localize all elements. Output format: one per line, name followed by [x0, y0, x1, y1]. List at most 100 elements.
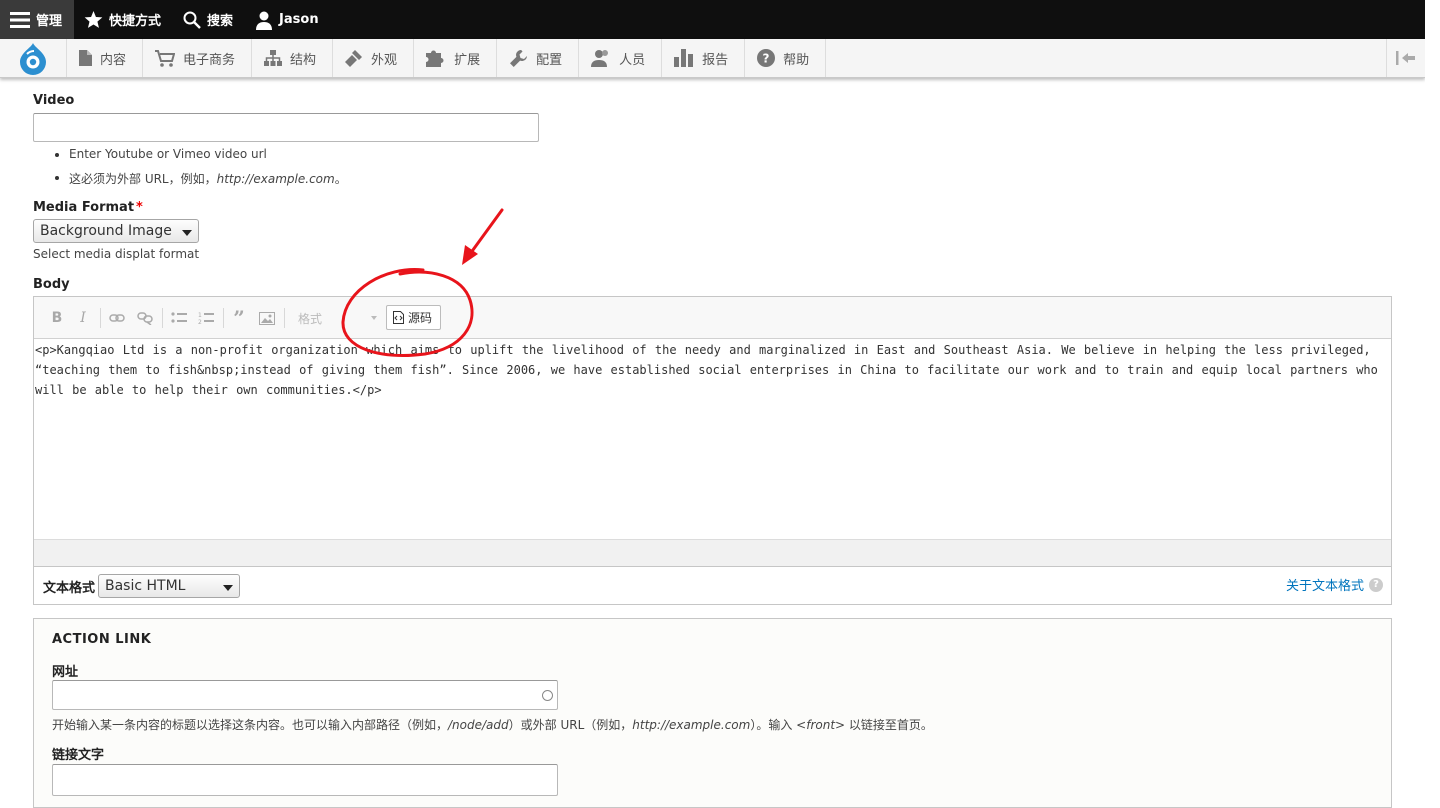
menu-item-appearance[interactable]: 外观 — [333, 39, 415, 77]
action-link-legend: ACTION LINK — [52, 632, 152, 647]
svg-text:2: 2 — [198, 319, 202, 325]
about-text-formats-link[interactable]: 关于文本格式 ? — [1286, 575, 1383, 594]
url-input[interactable] — [52, 680, 558, 710]
url-desc-text: ）或外部 URL（例如， — [508, 718, 633, 732]
source-button[interactable]: 源码 — [386, 305, 441, 330]
people-icon — [591, 49, 611, 67]
media-format-select[interactable]: Background Image — [33, 219, 199, 243]
annotation-arrowhead — [462, 245, 478, 265]
toolbar-separator — [284, 308, 285, 328]
menu-item-people[interactable]: 人员 — [579, 39, 663, 77]
menu-item-structure[interactable]: 结构 — [252, 39, 334, 77]
bullet — [55, 153, 59, 157]
media-format-description: Select media displat format — [33, 247, 200, 261]
text-format-value: Basic HTML — [105, 578, 186, 594]
url-desc-node: /node/add — [448, 718, 509, 732]
video-label: Video — [33, 93, 75, 108]
format-dropdown[interactable]: 格式 — [290, 307, 382, 329]
video-desc-suffix: 。 — [334, 172, 347, 186]
search-icon — [183, 11, 201, 29]
menu-item-label: 外观 — [371, 52, 398, 68]
menu-item-label: 内容 — [100, 52, 127, 68]
about-text-formats-label: 关于文本格式 — [1285, 579, 1364, 594]
body-label: Body — [33, 277, 70, 292]
image-button[interactable] — [258, 309, 276, 327]
menu-item-help[interactable]: ? 帮助 — [745, 39, 827, 77]
source-button-label: 源码 — [408, 311, 433, 325]
toolbar-shortcuts-label: 快捷方式 — [109, 14, 162, 29]
url-desc-text: 以链接至首页。 — [845, 718, 933, 732]
annotation-arrow — [468, 208, 504, 256]
media-format-label-text: Media Format — [33, 200, 135, 215]
menu-item-reports[interactable]: 报告 — [662, 39, 746, 77]
toolbar-separator — [223, 308, 224, 328]
admin-menu-tray: 内容 电子商务 结构 外观 扩展 配置 人员 报告 ? 帮助 — [0, 39, 1425, 78]
bold-icon: B — [51, 310, 63, 326]
toolbar-user[interactable]: Jason — [245, 0, 331, 39]
italic-button[interactable]: I — [74, 309, 92, 327]
url-desc-example: http://example.com — [632, 718, 751, 732]
link-icon — [109, 314, 125, 322]
video-description-2: 这必须为外部 URL，例如，http://example.com。 — [69, 170, 347, 187]
toolbar-separator — [100, 308, 101, 328]
cart-icon — [155, 49, 176, 67]
toolbar-manage[interactable]: 管理 — [0, 0, 75, 39]
url-desc-front: <front> — [796, 718, 846, 732]
video-desc-example: http://example.com — [216, 172, 335, 186]
paintbrush-icon — [345, 49, 363, 67]
help-icon: ? — [757, 49, 776, 67]
link-button[interactable] — [108, 309, 126, 327]
bar-chart-icon — [674, 49, 694, 67]
media-format-value: Background Image — [40, 223, 172, 239]
bold-button[interactable]: B — [48, 309, 66, 327]
menu-item-commerce[interactable]: 电子商务 — [143, 39, 253, 77]
menu-item-configuration[interactable]: 配置 — [497, 39, 580, 77]
required-marker: * — [136, 200, 143, 215]
video-url-input[interactable] — [33, 113, 539, 142]
collapse-left-icon — [1396, 51, 1415, 65]
menu-item-label: 报告 — [702, 52, 729, 68]
dropdown-arrow-icon — [371, 316, 377, 320]
format-dropdown-label: 格式 — [298, 312, 323, 326]
source-code-textarea[interactable]: <p>Kangqiao Ltd is a non-profit organiza… — [34, 340, 1391, 540]
bulleted-list-button[interactable] — [170, 309, 188, 327]
link-text-label: 链接文字 — [52, 748, 105, 763]
toolbar-manage-label: 管理 — [36, 14, 63, 29]
toolbar-search[interactable]: 搜索 — [173, 0, 245, 39]
svg-text:?: ? — [763, 52, 770, 66]
media-format-label: Media Format * — [33, 200, 143, 215]
menu-item-label: 人员 — [619, 52, 646, 68]
menu-item-label: 扩展 — [454, 52, 481, 68]
toolbar-shortcuts[interactable]: 快捷方式 — [74, 0, 173, 39]
help-icon: ? — [1369, 577, 1383, 592]
link-text-input[interactable] — [52, 764, 558, 796]
user-icon — [255, 10, 273, 30]
toolbar-search-label: 搜索 — [207, 14, 234, 29]
text-format-select[interactable]: Basic HTML — [98, 574, 240, 598]
action-link-fieldset: ACTION LINK 网址 开始输入某一条内容的标题以选择这条内容。也可以输入… — [33, 618, 1392, 808]
file-icon — [79, 50, 92, 66]
editor-toolbar: B I 12 ” 格式 源码 — [34, 297, 1391, 339]
video-description-1: Enter Youtube or Vimeo video url — [69, 147, 267, 161]
hamburger-icon — [10, 11, 30, 29]
unlink-button[interactable] — [136, 309, 154, 327]
dropdown-arrow-icon — [223, 585, 233, 591]
text-format-label: 文本格式 — [43, 581, 96, 596]
numbered-list-button[interactable]: 12 — [197, 309, 215, 327]
drupal-drop-icon — [20, 43, 46, 75]
url-desc-text: 开始输入某一条内容的标题以选择这条内容。也可以输入内部路径（例如， — [52, 718, 449, 732]
drupal-logo[interactable] — [0, 39, 67, 77]
blockquote-button[interactable]: ” — [230, 306, 248, 330]
puzzle-icon — [426, 49, 446, 67]
wrench-icon — [509, 49, 528, 68]
tray-orientation-toggle[interactable] — [1386, 39, 1425, 77]
menu-item-content[interactable]: 内容 — [67, 39, 144, 77]
toolbar-user-label: Jason — [279, 12, 319, 27]
editor-resize-bar[interactable] — [34, 539, 1391, 566]
menu-item-extend[interactable]: 扩展 — [414, 39, 498, 77]
text-format-bar: 文本格式 Basic HTML 关于文本格式 ? — [33, 567, 1392, 605]
menu-item-label: 帮助 — [783, 52, 810, 68]
bulleted-list-icon — [171, 312, 187, 323]
source-icon — [393, 311, 404, 324]
url-description: 开始输入某一条内容的标题以选择这条内容。也可以输入内部路径（例如，/node/a… — [52, 716, 933, 733]
